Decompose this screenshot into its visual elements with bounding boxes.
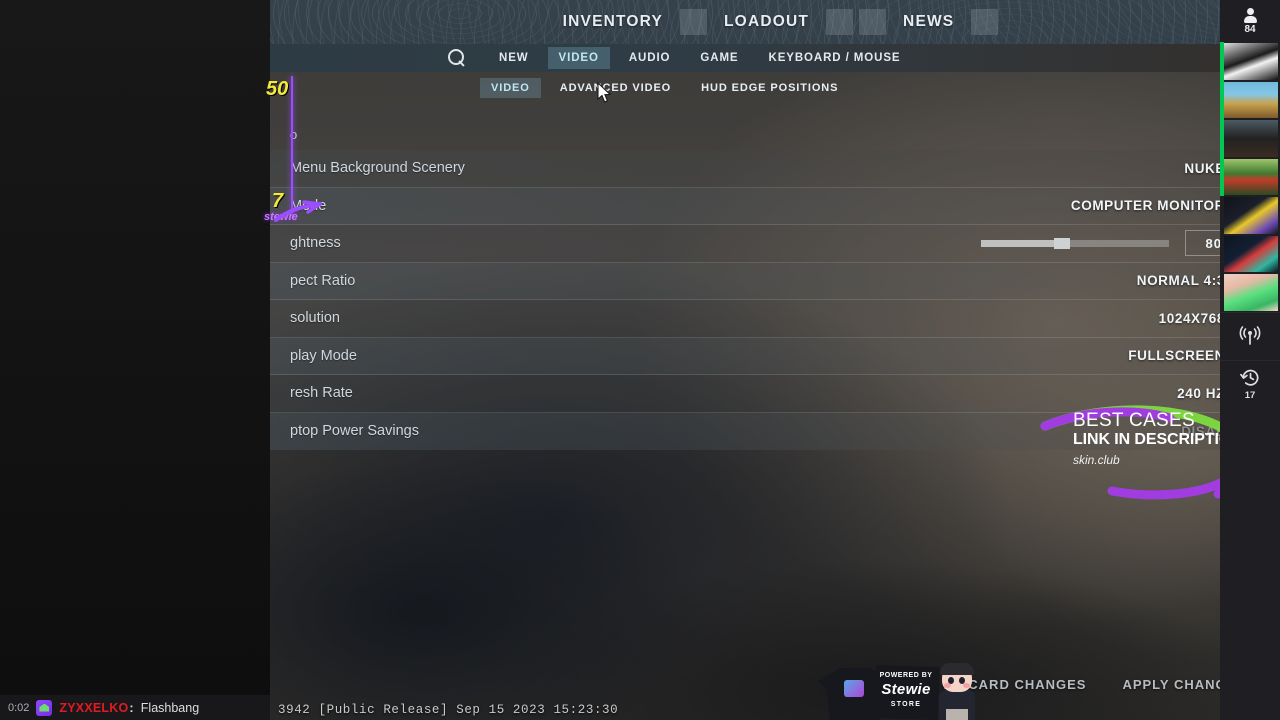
category-video[interactable]: VIDEO <box>547 47 610 69</box>
top-nav-loadout[interactable]: LOADOUT <box>710 13 823 31</box>
top-nav-skeleton-2 <box>826 9 854 35</box>
settings-hint-text: o <box>290 126 298 142</box>
category-new[interactable]: NEW <box>488 47 540 69</box>
setting-row-refresh-rate[interactable]: resh Rate 240 HZ <box>270 375 1280 413</box>
brightness-slider-knob[interactable] <box>1053 237 1070 249</box>
settings-subtab-bar: VIDEO ADVANCED VIDEO HUD EDGE POSITIONS <box>270 76 1280 100</box>
category-audio[interactable]: AUDIO <box>618 47 682 69</box>
setting-value: 240 HZ <box>1177 385 1225 401</box>
viewer-count-label: 84 <box>1244 23 1256 35</box>
discard-changes-button[interactable]: DISCARD CHANGES <box>944 677 1087 692</box>
setting-row-aspect-ratio[interactable]: pect Ratio NORMAL 4:3 <box>270 262 1280 300</box>
broadcast-antenna-icon <box>1239 326 1261 345</box>
subtab-hud-edge-positions[interactable]: HUD EDGE POSITIONS <box>690 78 849 98</box>
setting-value: COMPUTER MONITOR <box>1070 198 1225 214</box>
twitch-side-rail: 84 17 <box>1220 0 1280 720</box>
list-item[interactable] <box>1220 80 1280 119</box>
stream-thumbnail <box>1224 235 1278 272</box>
recent-history-icon <box>1239 369 1258 386</box>
viewer-count-button[interactable]: 84 <box>1220 0 1280 42</box>
category-game[interactable]: GAME <box>689 47 749 69</box>
setting-label: ghtness <box>290 235 341 252</box>
chat-colon: : <box>129 700 134 715</box>
left-overlay-bar <box>0 0 270 720</box>
list-item[interactable] <box>1220 157 1280 196</box>
list-item[interactable] <box>1220 196 1280 235</box>
setting-row-display-mode[interactable]: play Mode FULLSCREEN <box>270 337 1280 375</box>
stream-thumbnail <box>1224 197 1278 234</box>
subtab-advanced-video[interactable]: ADVANCED VIDEO <box>549 78 682 98</box>
setting-row-mode[interactable]: Mode COMPUTER MONITOR <box>270 187 1280 225</box>
stream-thumbnail <box>1224 43 1278 80</box>
stream-thumbnail <box>1224 120 1278 157</box>
sponsor-line3: STORE <box>890 701 922 708</box>
chat-username[interactable]: ZYXXELKO <box>59 701 128 715</box>
top-nav-news[interactable]: NEWS <box>889 13 968 31</box>
settings-action-bar: RESET DISCARD CHANGES APPLY CHANGES <box>270 666 1280 702</box>
list-item[interactable] <box>1220 235 1280 274</box>
twitch-chat-line: 0:02 ZYXXELKO : Flashbang <box>0 695 270 720</box>
sub-badge-icon <box>36 699 53 716</box>
top-nav-skeleton-1 <box>680 9 708 35</box>
top-nav-skeleton-3 <box>859 9 887 35</box>
setting-label: resh Rate <box>290 385 353 402</box>
settings-panel: o Menu Background Scenery NUKE Mode COMP… <box>270 118 1280 450</box>
reset-label: RESET <box>859 676 908 692</box>
setting-value: NORMAL 4:3 <box>1136 273 1225 289</box>
setting-row-menu-background-scenery[interactable]: Menu Background Scenery NUKE <box>270 150 1280 188</box>
top-nav-skeleton-4 <box>971 9 999 35</box>
left-overlay-inner <box>0 0 270 695</box>
setting-value: FULLSCREEN <box>1128 348 1225 364</box>
category-keyboard-mouse[interactable]: KEYBOARD / MOUSE <box>758 47 912 69</box>
reset-button[interactable]: RESET <box>829 675 907 694</box>
top-nav-inventory[interactable]: INVENTORY <box>549 13 677 31</box>
screenshot-root: INVENTORY LOADOUT NEWS NEW VIDEO AUDIO G… <box>0 0 1280 720</box>
search-icon[interactable] <box>448 49 466 67</box>
build-version-text: 3942 [Public Release] Sep 15 2023 15:23:… <box>278 703 619 717</box>
subtab-video[interactable]: VIDEO <box>480 78 541 98</box>
stream-thumbnail <box>1224 158 1278 195</box>
reset-clock-icon <box>829 675 848 694</box>
brightness-slider-group[interactable]: 80% <box>981 230 1255 257</box>
setting-label: pect Ratio <box>290 272 356 289</box>
brightness-slider-fill <box>981 239 1062 247</box>
stream-thumbnail <box>1224 274 1278 311</box>
recent-count-label: 17 <box>1244 390 1256 401</box>
setting-label: Mode <box>290 197 327 214</box>
setting-label: solution <box>290 310 340 327</box>
setting-label: Menu Background Scenery <box>290 160 465 177</box>
list-item[interactable] <box>1220 119 1280 158</box>
recent-history-button[interactable]: 17 <box>1220 359 1280 408</box>
setting-row-brightness[interactable]: ghtness 80% <box>270 225 1280 263</box>
setting-value: 1024X768 <box>1158 310 1225 326</box>
broadcast-button[interactable] <box>1220 311 1280 360</box>
list-item[interactable] <box>1220 42 1280 81</box>
chat-timestamp: 0:02 <box>8 701 30 714</box>
settings-category-bar: NEW VIDEO AUDIO GAME KEYBOARD / MOUSE <box>270 44 1280 72</box>
brightness-slider-track[interactable] <box>981 237 1169 249</box>
list-item[interactable] <box>1220 273 1280 312</box>
setting-value: NUKE <box>1184 160 1225 176</box>
stream-thumbnail <box>1224 81 1278 118</box>
setting-row-resolution[interactable]: solution 1024X768 <box>270 300 1280 338</box>
setting-row-laptop-power-savings: ptop Power Savings DISABLED <box>270 412 1280 450</box>
chat-message: Flashbang <box>140 700 200 715</box>
viewer-person-icon <box>1243 7 1258 23</box>
setting-label: ptop Power Savings <box>290 423 419 440</box>
game-top-nav: INVENTORY LOADOUT NEWS <box>270 0 1280 44</box>
game-viewport: INVENTORY LOADOUT NEWS NEW VIDEO AUDIO G… <box>270 0 1280 720</box>
setting-label: play Mode <box>290 347 357 364</box>
